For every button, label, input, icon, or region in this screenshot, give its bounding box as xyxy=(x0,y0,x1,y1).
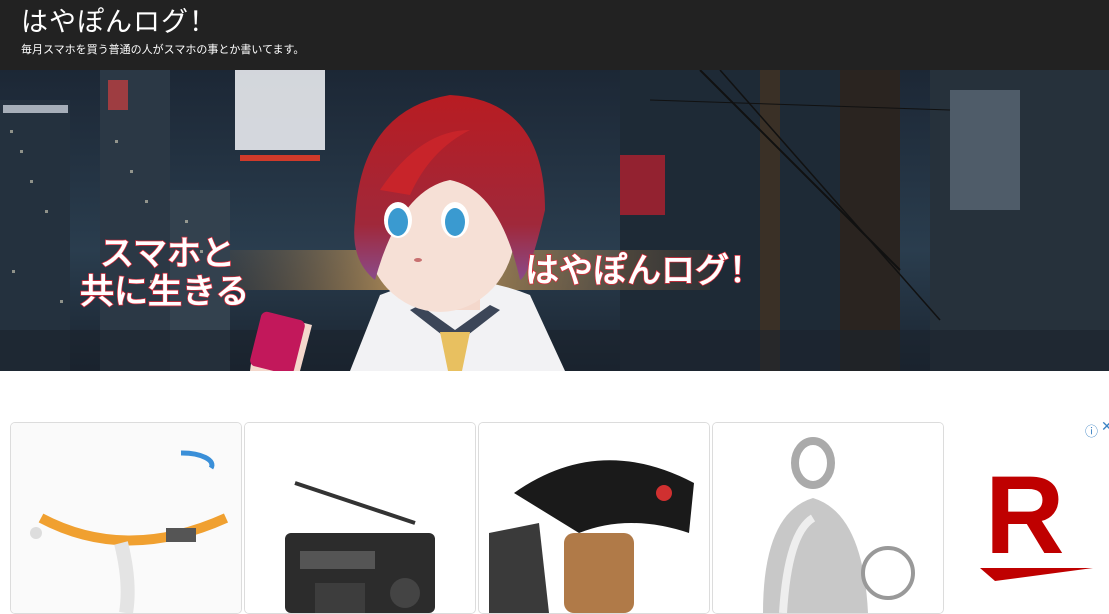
header-banner-image[interactable]: スマホと 共に生きる はやぽんログ！ xyxy=(0,70,1109,371)
brand-logo[interactable]: R xyxy=(975,453,1095,583)
camera-grip-icon xyxy=(479,423,709,613)
close-icon[interactable]: ✕ xyxy=(1101,419,1109,435)
ad-banner[interactable]: ⓘ ✕ R xyxy=(0,371,1109,614)
bell-pendant-icon xyxy=(713,423,943,613)
harness-strap-icon xyxy=(11,423,241,613)
banner-text-left-2: 共に生きる xyxy=(80,272,249,312)
banner-text-right: はやぽんログ！ xyxy=(525,251,763,291)
ad-product-card[interactable] xyxy=(244,422,476,614)
radio-icon xyxy=(245,423,475,613)
banner-text-left-1: スマホと xyxy=(100,234,235,274)
ad-product-card[interactable] xyxy=(478,422,710,614)
brand-logo-text: R xyxy=(985,454,1064,577)
ad-product-card[interactable] xyxy=(712,422,944,614)
ad-product-card[interactable] xyxy=(10,422,242,614)
info-icon[interactable]: ⓘ xyxy=(1085,421,1098,440)
site-tagline: 毎月スマホを買う普通の人がスマホの事とか書いてます。 xyxy=(21,43,305,56)
site-header: はやぽんログ！ 毎月スマホを買う普通の人がスマホの事とか書いてます。 xyxy=(0,0,1109,70)
site-title[interactable]: はやぽんログ！ xyxy=(21,6,217,40)
